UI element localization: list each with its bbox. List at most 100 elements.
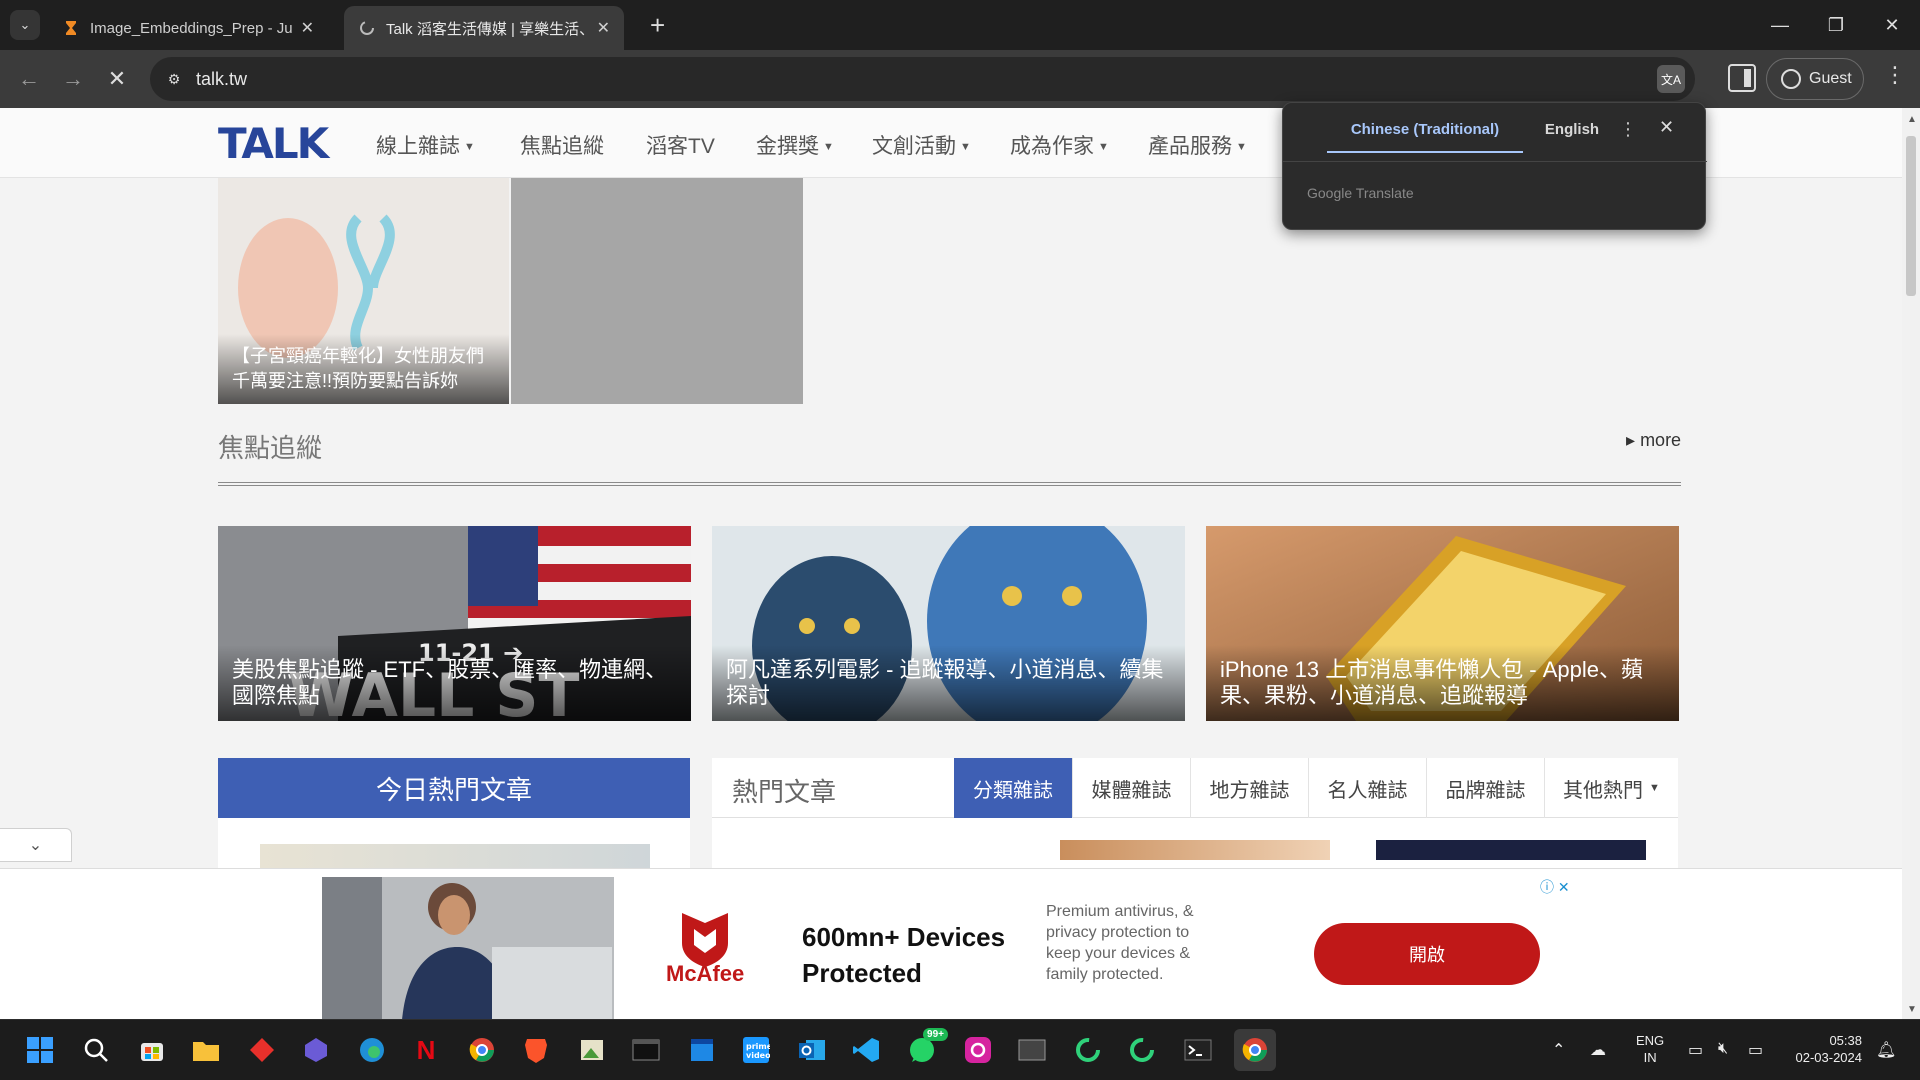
url-text[interactable]: talk.tw (196, 69, 247, 90)
hot-articles-title: 熱門文章 (732, 777, 837, 807)
hot-article-thumbnail[interactable] (1376, 840, 1646, 860)
back-button[interactable]: ← (14, 64, 44, 94)
vscode-icon[interactable] (850, 1034, 882, 1066)
onedrive-cloud-icon[interactable]: ☁ (1590, 1040, 1606, 1060)
whatsapp-icon[interactable]: 99+ (906, 1028, 948, 1066)
address-bar[interactable]: ⚙ talk.tw 文A (150, 57, 1695, 101)
nav-focus-tracking[interactable]: 焦點追縱 (520, 130, 604, 160)
featured-card-avatar[interactable]: 阿凡達系列電影 - 追蹤報導、小道消息、續集探討 (712, 526, 1185, 721)
translate-popup: Chinese (Traditional) English ⋮ ✕ Google… (1282, 102, 1707, 230)
network-icon[interactable]: ▭ (1688, 1040, 1703, 1060)
app-green-ring-icon[interactable] (1072, 1034, 1104, 1066)
article-card-cervical[interactable]: 【子宮頸癌年輕化】女性朋友們千萬要注意!!預防要點告訴妳 (218, 178, 509, 404)
battery-icon[interactable]: ▭ (1748, 1040, 1763, 1060)
translate-icon[interactable]: 文A (1657, 65, 1685, 93)
browser-tab-strip: ⌄ Image_Embeddings_Prep - Jupy ✕ Talk 滔客… (0, 0, 1920, 50)
card-caption: 【子宮頸癌年輕化】女性朋友們千萬要注意!!預防要點告訴妳 (218, 334, 509, 404)
loading-spinner-icon (358, 19, 376, 37)
featured-card-wallstreet[interactable]: 11-21 ➔ WALL ST 美股焦點追蹤 - ETF、股票、匯率、物連網、國… (218, 526, 691, 721)
nav-services[interactable]: 產品服務 ▼ (1148, 130, 1247, 160)
clock[interactable]: 05:38 02-03-2024 (1786, 1032, 1863, 1066)
nav-talk-tv[interactable]: 滔客TV (646, 130, 715, 160)
file-explorer-icon[interactable] (190, 1034, 222, 1066)
tab-local-magazine[interactable]: 地方雜誌 (1190, 758, 1308, 818)
outlook-icon[interactable] (796, 1034, 828, 1066)
hot-today-header: 今日熱門文章 (218, 758, 690, 818)
new-tab-button[interactable]: + (650, 10, 665, 40)
app-window-icon[interactable] (1016, 1034, 1048, 1066)
tab-title: Image_Embeddings_Prep - Jupy (90, 19, 293, 37)
microsoft-store-icon[interactable] (136, 1034, 168, 1066)
ad-open-button[interactable]: 開啟 (1314, 923, 1540, 985)
volume-muted-icon[interactable]: 🔇︎ (1718, 1040, 1728, 1058)
search-icon[interactable] (80, 1034, 112, 1066)
logo-text: TALK (218, 122, 331, 162)
tab-brand-magazine[interactable]: 品牌雜誌 (1426, 758, 1544, 818)
app-green-ring-icon[interactable] (1126, 1034, 1158, 1066)
brave-icon[interactable] (520, 1034, 552, 1066)
tab-other-hot[interactable]: 其他熱門 ▼ (1544, 758, 1678, 818)
translate-target-tab[interactable]: English (1523, 121, 1621, 153)
divider (1283, 161, 1707, 162)
close-window-button[interactable]: ✕ (1864, 0, 1920, 50)
nav-golden-award[interactable]: 金撰獎 ▼ (756, 130, 834, 160)
chrome-icon[interactable] (466, 1034, 498, 1066)
scrollbar-thumb[interactable] (1906, 136, 1916, 296)
nav-online-magazine[interactable]: 線上雜誌 ▼ (376, 130, 475, 160)
section-title: 焦點追縱 (218, 433, 323, 463)
close-tab-icon[interactable]: ✕ (597, 18, 610, 38)
ad-choices-icon[interactable]: ⓘ ✕ (1540, 877, 1570, 897)
caret-down-icon: ▼ (823, 141, 834, 154)
ad-body-text: Premium antivirus, & privacy protection … (1046, 903, 1194, 983)
instagram-icon[interactable] (962, 1034, 994, 1066)
talk-logo[interactable]: TALK (218, 122, 338, 162)
profile-button[interactable]: Guest (1766, 58, 1864, 100)
tab-category-magazine[interactable]: 分類雜誌 (954, 758, 1072, 818)
edge-icon[interactable] (356, 1034, 388, 1066)
tab-media-magazine[interactable]: 媒體雜誌 (1072, 758, 1190, 818)
notification-bell-icon[interactable]: 🔔︎ (1876, 1040, 1896, 1060)
article-card-placeholder[interactable] (511, 178, 803, 404)
app-image-icon[interactable] (576, 1034, 608, 1066)
copilot-icon[interactable] (300, 1034, 332, 1066)
more-link[interactable]: ▸ more (1626, 430, 1681, 451)
tab-search-button[interactable]: ⌄ (10, 10, 40, 40)
tab-jupyter[interactable]: Image_Embeddings_Prep - Jupy ✕ (48, 6, 328, 50)
chrome-menu-icon[interactable]: ⋮ (1884, 62, 1906, 88)
app-red-diamond-icon[interactable] (246, 1034, 278, 1066)
page-scrollbar[interactable]: ▲ ▼ (1902, 108, 1920, 1019)
side-panel-icon[interactable] (1728, 64, 1756, 92)
tab-talk[interactable]: Talk 滔客生活傳媒 | 享樂生活、 ✕ (344, 6, 624, 50)
restore-button[interactable]: ❐ (1808, 0, 1864, 50)
terminal-icon[interactable] (1182, 1034, 1214, 1066)
nav-become-author[interactable]: 成為作家 ▼ (1010, 130, 1109, 160)
forward-button[interactable]: → (58, 64, 88, 94)
language-indicator[interactable]: ENG IN (1636, 1032, 1664, 1066)
prime-video-icon[interactable]: prime video (740, 1034, 772, 1066)
scroll-down-icon: ▼ (1907, 1004, 1917, 1015)
ad-banner[interactable]: McAfee 600mn+ Devices Protected Premium … (0, 868, 1902, 1019)
netflix-icon[interactable]: N (410, 1034, 442, 1066)
chrome-active-icon[interactable] (1234, 1029, 1276, 1071)
hot-articles-header: 熱門文章 分類雜誌 媒體雜誌 地方雜誌 名人雜誌 品牌雜誌 其他熱門 ▼ (712, 758, 1678, 818)
ad-headline: 600mn+ Devices Protected (802, 922, 1006, 988)
translate-close-icon[interactable]: ✕ (1659, 117, 1674, 138)
scroll-up-icon: ▲ (1907, 114, 1917, 125)
featured-card-iphone[interactable]: iPhone 13 上市消息事件懶人包 - Apple、蘋果、果粉、小道消息、追… (1206, 526, 1679, 721)
close-tab-icon[interactable]: ✕ (301, 18, 314, 38)
translate-options-icon[interactable]: ⋮ (1619, 119, 1637, 140)
app-blue-window-icon[interactable] (686, 1034, 718, 1066)
stop-loading-button[interactable]: ✕ (102, 64, 132, 94)
nav-events[interactable]: 文創活動 ▼ (872, 130, 971, 160)
site-info-icon[interactable]: ⚙ (162, 67, 186, 91)
translate-source-tab[interactable]: Chinese (Traditional) (1327, 121, 1523, 153)
browser-toolbar: ← → ✕ ⚙ talk.tw 文A Guest ⋮ (0, 50, 1920, 108)
terminal-window-icon[interactable] (630, 1034, 662, 1066)
tab-celebrity-magazine[interactable]: 名人雜誌 (1308, 758, 1426, 818)
chevron-up-icon[interactable]: ⌃ (1552, 1040, 1565, 1060)
collapse-ad-button[interactable]: ⌄ (0, 828, 72, 862)
hot-article-thumbnail[interactable] (1060, 840, 1330, 860)
minimize-button[interactable]: — (1752, 0, 1808, 50)
windows-start-icon[interactable] (24, 1034, 56, 1066)
caret-down-icon: ▼ (960, 141, 971, 154)
